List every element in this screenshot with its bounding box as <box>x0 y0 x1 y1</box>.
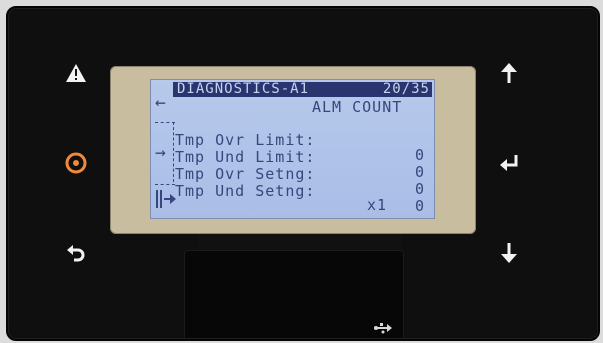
divider-dots <box>155 122 175 123</box>
left-arrow-icon: ← <box>155 92 167 113</box>
menu-button[interactable] <box>61 148 91 178</box>
row-value: 0 <box>415 146 426 164</box>
warning-icon <box>66 64 86 82</box>
target-icon <box>65 152 87 174</box>
alarm-button[interactable] <box>61 58 91 88</box>
divider-dots-vertical <box>173 122 174 182</box>
screen-header: DIAGNOSTICS-A1 20/35 <box>173 82 432 97</box>
usb-icon <box>374 323 392 334</box>
down-button[interactable] <box>494 238 524 268</box>
header-title: DIAGNOSTICS-A1 <box>177 81 310 97</box>
usb-port <box>184 250 404 338</box>
lcd-screen: DIAGNOSTICS-A1 20/35 ← → ALM COUNT Tmp O… <box>150 79 435 219</box>
device-frame: DIAGNOSTICS-A1 20/35 ← → ALM COUNT Tmp O… <box>0 0 603 343</box>
down-arrow-icon <box>501 243 517 263</box>
divider-dots <box>155 184 175 185</box>
column-header: ALM COUNT <box>312 98 403 116</box>
back-icon <box>67 245 85 262</box>
back-button[interactable] <box>61 238 91 268</box>
header-page-counter: 20/35 <box>382 81 430 97</box>
right-arrow-icon: → <box>155 142 167 163</box>
row-label: Tmp Und Setng: <box>175 182 316 200</box>
multiplier-indicator: x1 <box>367 196 388 214</box>
row-value: 0 <box>415 180 426 198</box>
enter-button[interactable] <box>494 148 524 178</box>
row-value: 0 <box>415 163 426 181</box>
up-arrow-icon <box>501 63 517 83</box>
enter-icon <box>500 155 518 171</box>
row-value: 0 <box>415 197 426 215</box>
exit-arrow-icon <box>156 190 176 208</box>
up-button[interactable] <box>494 58 524 88</box>
list-item: Tmp Und Setng: 0 <box>175 169 424 229</box>
